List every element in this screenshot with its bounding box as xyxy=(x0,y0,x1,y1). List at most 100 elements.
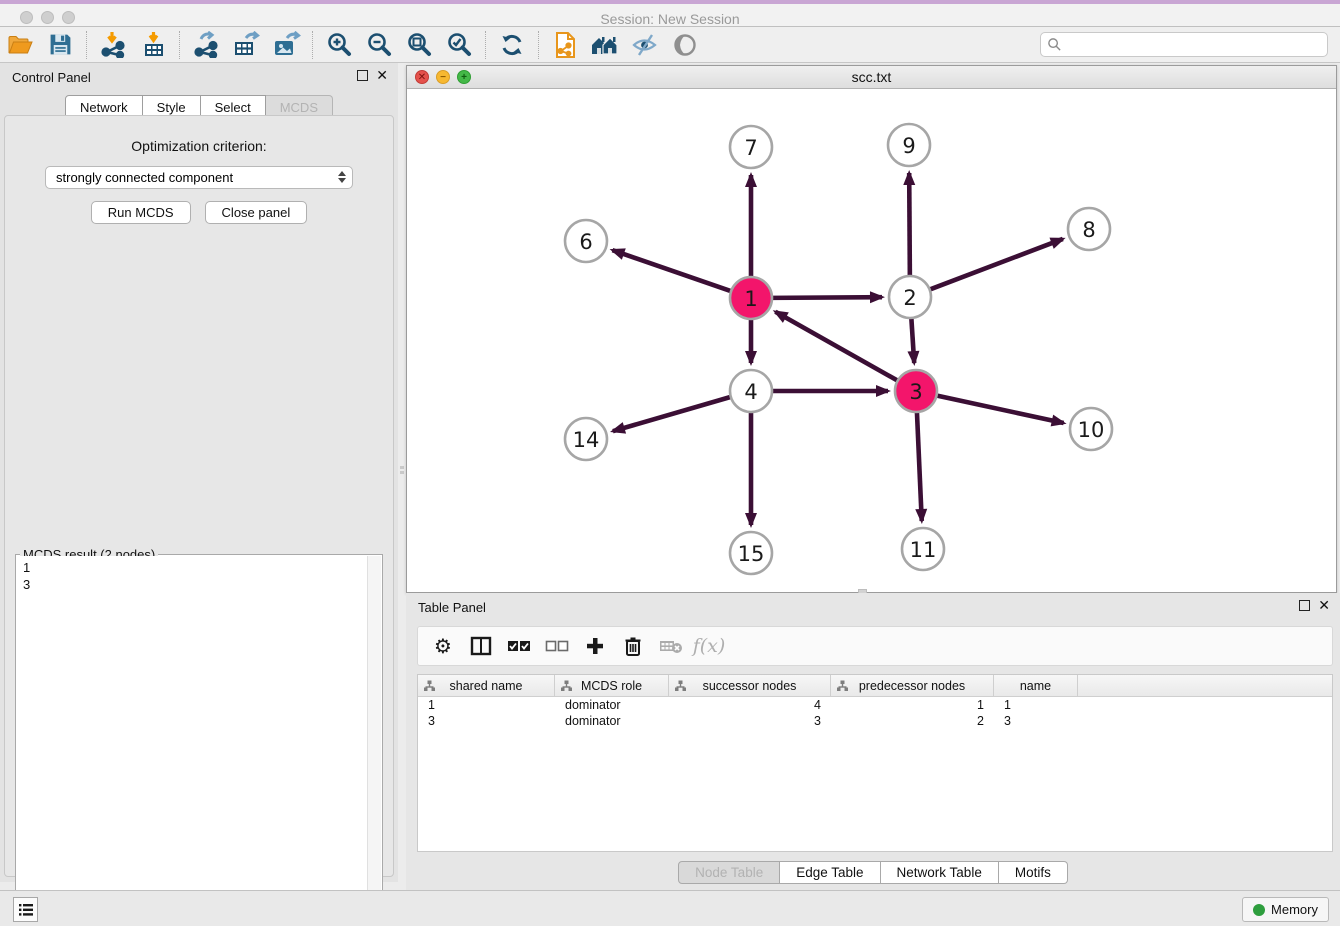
import-table-icon[interactable] xyxy=(133,29,173,61)
cell-mcds-role[interactable]: dominator xyxy=(555,713,669,729)
column-header-mcds-role[interactable]: MCDS role xyxy=(555,675,669,696)
cell-name[interactable]: 3 xyxy=(994,713,1078,729)
list-icon xyxy=(18,903,34,917)
column-label: successor nodes xyxy=(703,679,797,693)
panel-divider-grip[interactable] xyxy=(399,466,404,476)
task-history-button[interactable] xyxy=(13,897,38,922)
delete-table-icon[interactable] xyxy=(656,632,686,660)
mcds-result-scrollbar[interactable] xyxy=(367,556,381,926)
export-table-icon[interactable] xyxy=(226,29,266,61)
graph-edge-4-14[interactable] xyxy=(613,397,731,431)
save-session-icon[interactable] xyxy=(40,29,80,61)
column-type-icon xyxy=(675,680,686,692)
table-row[interactable]: 1 dominator 4 1 1 xyxy=(418,697,1332,713)
mcds-result-list[interactable]: 1 3 xyxy=(17,556,367,926)
run-mcds-button[interactable]: Run MCDS xyxy=(91,201,191,224)
column-header-successor-nodes[interactable]: successor nodes xyxy=(669,675,831,696)
close-panel-icon[interactable]: ✕ xyxy=(376,70,388,81)
export-network-icon[interactable] xyxy=(186,29,226,61)
table-header: shared name MCDS role successor nodes pr… xyxy=(418,675,1332,697)
cell-shared-name[interactable]: 3 xyxy=(418,713,555,729)
new-network-icon[interactable] xyxy=(545,29,585,61)
float-panel-icon[interactable] xyxy=(357,70,368,81)
select-stepper-icon xyxy=(338,171,346,183)
tab-edge-table[interactable]: Edge Table xyxy=(780,861,880,884)
gear-icon[interactable]: ⚙ xyxy=(428,632,458,660)
zoom-selected-icon[interactable] xyxy=(439,29,479,61)
refresh-icon[interactable] xyxy=(492,29,532,61)
column-header-predecessor-nodes[interactable]: predecessor nodes xyxy=(831,675,994,696)
zoom-in-icon[interactable] xyxy=(319,29,359,61)
float-table-panel-icon[interactable] xyxy=(1299,600,1310,611)
graph-edge-2-8[interactable] xyxy=(930,239,1063,290)
delete-icon[interactable] xyxy=(618,632,648,660)
hide-details-icon[interactable] xyxy=(625,29,665,61)
graph-edge-1-2[interactable] xyxy=(772,297,882,298)
tab-network-table[interactable]: Network Table xyxy=(881,861,999,884)
network-canvas[interactable]: 7968124314101511 xyxy=(407,89,1336,592)
deselect-all-icon[interactable] xyxy=(542,632,572,660)
memory-button[interactable]: Memory xyxy=(1242,897,1329,922)
zoom-out-icon[interactable] xyxy=(359,29,399,61)
cell-predecessor-nodes[interactable]: 2 xyxy=(831,713,994,729)
table-row[interactable]: 3 dominator 3 2 3 xyxy=(418,713,1332,729)
zoom-fit-icon[interactable] xyxy=(399,29,439,61)
open-session-icon[interactable] xyxy=(0,29,40,61)
toolbar-separator xyxy=(86,31,87,59)
graph-edge-1-6[interactable] xyxy=(612,250,731,291)
graph-edge-3-1[interactable] xyxy=(775,312,897,381)
graph-edge-2-3[interactable] xyxy=(911,318,914,363)
graph-edge-2-9[interactable] xyxy=(909,173,910,276)
titlebar: Session: New Session xyxy=(0,4,1340,27)
graph-node-label: 14 xyxy=(573,428,600,452)
import-network-icon[interactable] xyxy=(93,29,133,61)
network-graph[interactable]: 7968124314101511 xyxy=(407,89,1336,592)
tab-node-table[interactable]: Node Table xyxy=(678,861,780,884)
graph-node-label: 9 xyxy=(902,134,915,158)
column-header-shared-name[interactable]: shared name xyxy=(418,675,555,696)
network-window-titlebar[interactable]: scc.txt ✕ − + xyxy=(407,66,1336,89)
optimization-criterion-select[interactable]: strongly connected component xyxy=(45,166,353,189)
cell-successor-nodes[interactable]: 4 xyxy=(669,697,831,713)
column-header-name[interactable]: name xyxy=(994,675,1078,696)
cell-successor-nodes[interactable]: 3 xyxy=(669,713,831,729)
cell-predecessor-nodes[interactable]: 1 xyxy=(831,697,994,713)
column-label: shared name xyxy=(450,679,523,693)
search-input[interactable] xyxy=(1062,37,1321,52)
network-minimize-icon[interactable]: − xyxy=(436,70,450,84)
cell-name[interactable]: 1 xyxy=(994,697,1078,713)
tab-motifs[interactable]: Motifs xyxy=(999,861,1068,884)
cell-shared-name[interactable]: 1 xyxy=(418,697,555,713)
home-network-icon[interactable] xyxy=(585,29,625,61)
add-column-icon[interactable] xyxy=(580,632,610,660)
show-details-icon[interactable] xyxy=(665,29,705,61)
search-icon xyxy=(1047,37,1062,52)
application-window: Session: New Session xyxy=(0,0,1340,926)
function-builder-icon[interactable]: f(x) xyxy=(694,632,724,660)
graph-node-label: 3 xyxy=(909,380,922,404)
graph-node-label: 6 xyxy=(579,230,592,254)
graph-edge-3-11[interactable] xyxy=(917,412,922,521)
export-image-icon[interactable] xyxy=(266,29,306,61)
network-close-icon[interactable]: ✕ xyxy=(415,70,429,84)
close-panel-button[interactable]: Close panel xyxy=(205,201,308,224)
column-label: name xyxy=(1020,679,1051,693)
control-panel: Control Panel ✕ Network Style Select MCD… xyxy=(0,63,398,882)
status-bar: Memory xyxy=(0,890,1340,926)
graph-edge-3-10[interactable] xyxy=(937,395,1064,423)
select-all-icon[interactable] xyxy=(504,632,534,660)
graph-node-label: 2 xyxy=(903,286,916,310)
toolbar-separator xyxy=(179,31,180,59)
control-panel-title: Control Panel xyxy=(12,70,91,85)
table-panel: Table Panel ✕ ⚙ xyxy=(406,593,1340,890)
graph-node-label: 11 xyxy=(910,538,937,562)
close-table-panel-icon[interactable]: ✕ xyxy=(1318,600,1330,611)
memory-status-icon xyxy=(1253,904,1265,916)
optimization-criterion-label: Optimization criterion: xyxy=(5,138,393,154)
graph-node-label: 7 xyxy=(744,136,757,160)
columns-icon[interactable] xyxy=(466,632,496,660)
mcds-result-box: MCDS result (2 nodes) 1 3 xyxy=(15,554,383,926)
toolbar-separator xyxy=(538,31,539,59)
network-maximize-icon[interactable]: + xyxy=(457,70,471,84)
cell-mcds-role[interactable]: dominator xyxy=(555,697,669,713)
